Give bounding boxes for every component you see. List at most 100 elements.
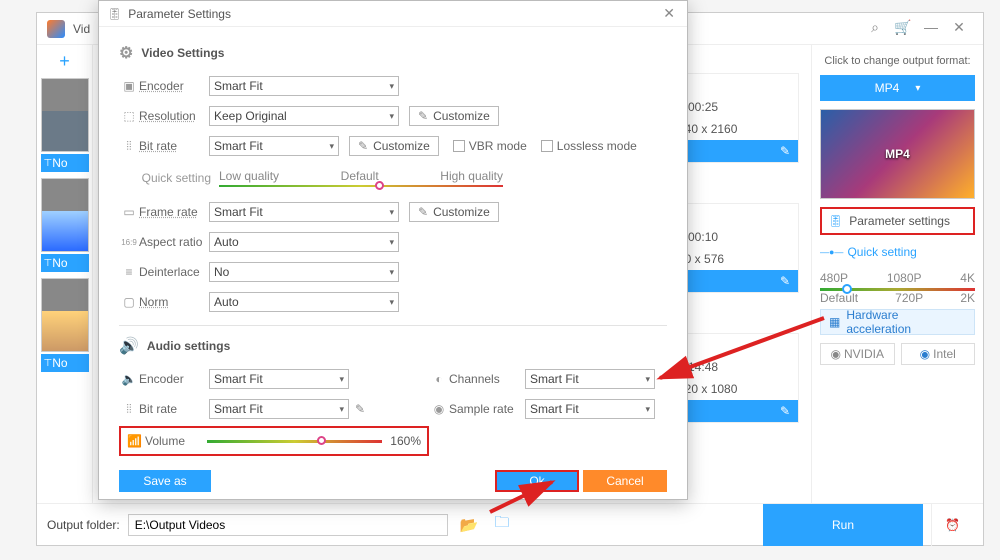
thumb-3-label[interactable]: ⊤ No bbox=[41, 354, 89, 372]
minimize-button[interactable]: — bbox=[917, 19, 945, 39]
lossless-checkbox[interactable]: Lossless mode bbox=[541, 139, 637, 153]
clip-card-2: ✕ 0:00:10 20 x 576 ✎ bbox=[671, 203, 799, 293]
close-button[interactable]: ✕ bbox=[945, 19, 973, 39]
framerate-icon: ▭ bbox=[119, 205, 139, 219]
audio-bitrate-icon: ⦙⦙ bbox=[119, 402, 139, 417]
resolution-label: Resolution bbox=[139, 109, 209, 123]
nvidia-icon: ◉ bbox=[831, 347, 841, 361]
app-title: Vid bbox=[73, 22, 90, 36]
bottom-bar: Output folder: 📂 🗀 Run ⏰ bbox=[37, 503, 983, 545]
quick-setting-label: Quick setting bbox=[119, 171, 219, 185]
norm-label: Norm bbox=[139, 295, 209, 309]
video-bitrate-select[interactable]: Smart Fit bbox=[209, 136, 339, 156]
channels-icon: ◐ bbox=[429, 372, 449, 386]
resolution-customize-button[interactable]: ✎Customize bbox=[409, 106, 499, 126]
clip-card-3: ✕ 0:14:48 920 x 1080 ✎ bbox=[671, 333, 799, 423]
audio-encoder-icon: 🔈 bbox=[119, 372, 139, 386]
sliders-icon: 🎚 bbox=[107, 7, 122, 21]
framerate-label: Frame rate bbox=[139, 205, 209, 219]
gear-icon: ⚙ bbox=[119, 43, 133, 63]
save-as-button[interactable]: Save as bbox=[119, 470, 211, 492]
volume-icon: 📶 bbox=[127, 434, 145, 448]
left-sidebar: + ⊤ No ⊤ No ⊤ No bbox=[37, 45, 93, 503]
thumb-2[interactable] bbox=[41, 178, 89, 252]
pencil-icon: ✎ bbox=[418, 109, 428, 123]
hardware-accel-button[interactable]: ▦Hardware acceleration bbox=[820, 309, 975, 335]
video-resolution-select[interactable]: Keep Original bbox=[209, 106, 399, 126]
sliders-icon: 🎚 bbox=[828, 214, 843, 228]
thumb-2-label[interactable]: ⊤ No bbox=[41, 254, 89, 272]
search-icon[interactable]: ⌕ bbox=[861, 19, 889, 39]
modal-title: Parameter Settings bbox=[128, 7, 231, 21]
encoder-icon: ▣ bbox=[119, 79, 139, 93]
vbr-checkbox[interactable]: VBR mode bbox=[453, 139, 527, 153]
volume-value: 160% bbox=[390, 434, 421, 448]
schedule-icon[interactable]: ⏰ bbox=[931, 504, 973, 546]
parameter-settings-modal: 🎚 Parameter Settings ✕ ⚙Video Settings ▣… bbox=[98, 0, 688, 500]
audio-bitrate-label: Bit rate bbox=[139, 402, 209, 416]
norm-icon: ▢ bbox=[119, 295, 139, 309]
intel-icon: ◉ bbox=[920, 347, 930, 361]
video-settings-header: ⚙Video Settings bbox=[119, 43, 667, 63]
video-encoder-select[interactable]: Smart Fit bbox=[209, 76, 399, 96]
clip-card-1: ✕ 0:00:25 840 x 2160 ✎ bbox=[671, 73, 799, 163]
parameter-settings-button[interactable]: 🎚 Parameter settings bbox=[820, 207, 975, 235]
right-panel: Click to change output format: MP4 MP4 🎚… bbox=[811, 45, 983, 503]
resolution-icon: ⬚ bbox=[119, 109, 139, 123]
pencil-icon[interactable]: ✎ bbox=[355, 402, 365, 416]
modal-close-button[interactable]: ✕ bbox=[659, 5, 679, 22]
card-edit-1[interactable]: ✎ bbox=[672, 140, 798, 162]
format-dropdown[interactable]: MP4 bbox=[820, 75, 975, 101]
video-norm-select[interactable]: Auto bbox=[209, 292, 399, 312]
chip-icon: ▦ bbox=[829, 315, 840, 329]
channels-label: Channels bbox=[449, 372, 525, 386]
ok-button[interactable]: Ok bbox=[495, 470, 579, 492]
volume-slider[interactable] bbox=[207, 440, 382, 443]
format-hint: Click to change output format: bbox=[820, 55, 975, 67]
thumb-1[interactable] bbox=[41, 78, 89, 152]
audio-settings-header: 🔊Audio settings bbox=[119, 336, 667, 356]
bitrate-label: Bit rate bbox=[139, 139, 209, 153]
card-edit-2[interactable]: ✎ bbox=[672, 270, 798, 292]
format-preview[interactable]: MP4 bbox=[820, 109, 975, 199]
volume-row: 📶 Volume 160% bbox=[119, 426, 429, 456]
video-aspect-select[interactable]: Auto bbox=[209, 232, 399, 252]
pencil-icon: ✎ bbox=[418, 205, 428, 219]
thumb-3[interactable] bbox=[41, 278, 89, 352]
browse-folder-icon[interactable]: 📂 bbox=[456, 516, 483, 534]
audio-encoder-select[interactable]: Smart Fit bbox=[209, 369, 349, 389]
thumb-1-label[interactable]: ⊤ No bbox=[41, 154, 89, 172]
audio-bitrate-select[interactable]: Smart Fit bbox=[209, 399, 349, 419]
deinterlace-label: Deinterlace bbox=[139, 265, 209, 279]
deinterlace-icon: ≡ bbox=[119, 265, 139, 279]
video-deinterlace-select[interactable]: No bbox=[209, 262, 399, 282]
open-folder-icon[interactable]: 🗀 bbox=[490, 512, 513, 537]
samplerate-label: Sample rate bbox=[449, 402, 525, 416]
bitrate-customize-button[interactable]: ✎Customize bbox=[349, 136, 439, 156]
audio-encoder-label: Encoder bbox=[139, 372, 209, 386]
quick-setting-slider[interactable]: 480P1080P4K Default720P2K bbox=[820, 271, 975, 301]
intel-button[interactable]: ◉Intel bbox=[901, 343, 976, 365]
nvidia-button[interactable]: ◉NVIDIA bbox=[820, 343, 895, 365]
samplerate-icon: ◉ bbox=[429, 402, 449, 416]
card-close-1[interactable]: ✕ bbox=[672, 74, 798, 96]
cancel-button[interactable]: Cancel bbox=[583, 470, 667, 492]
framerate-customize-button[interactable]: ✎Customize bbox=[409, 202, 499, 222]
card-edit-3[interactable]: ✎ bbox=[672, 400, 798, 422]
video-quality-slider[interactable]: Low qualityDefaultHigh quality bbox=[219, 169, 503, 187]
modal-titlebar: 🎚 Parameter Settings ✕ bbox=[99, 1, 687, 27]
card-close-2[interactable]: ✕ bbox=[672, 204, 798, 226]
audio-channels-select[interactable]: Smart Fit bbox=[525, 369, 655, 389]
add-button[interactable]: + bbox=[59, 51, 70, 72]
quick-setting-label: Quick setting bbox=[820, 245, 975, 259]
app-logo bbox=[47, 20, 65, 38]
run-button[interactable]: Run bbox=[763, 504, 923, 546]
bitrate-icon: ⦙⦙ bbox=[119, 139, 139, 154]
cart-icon[interactable]: 🛒 bbox=[889, 19, 917, 39]
encoder-label: Encoder bbox=[139, 79, 209, 93]
card-close-3[interactable]: ✕ bbox=[672, 334, 798, 356]
output-folder-input[interactable] bbox=[128, 514, 448, 536]
video-framerate-select[interactable]: Smart Fit bbox=[209, 202, 399, 222]
audio-samplerate-select[interactable]: Smart Fit bbox=[525, 399, 655, 419]
speaker-gear-icon: 🔊 bbox=[119, 336, 139, 356]
